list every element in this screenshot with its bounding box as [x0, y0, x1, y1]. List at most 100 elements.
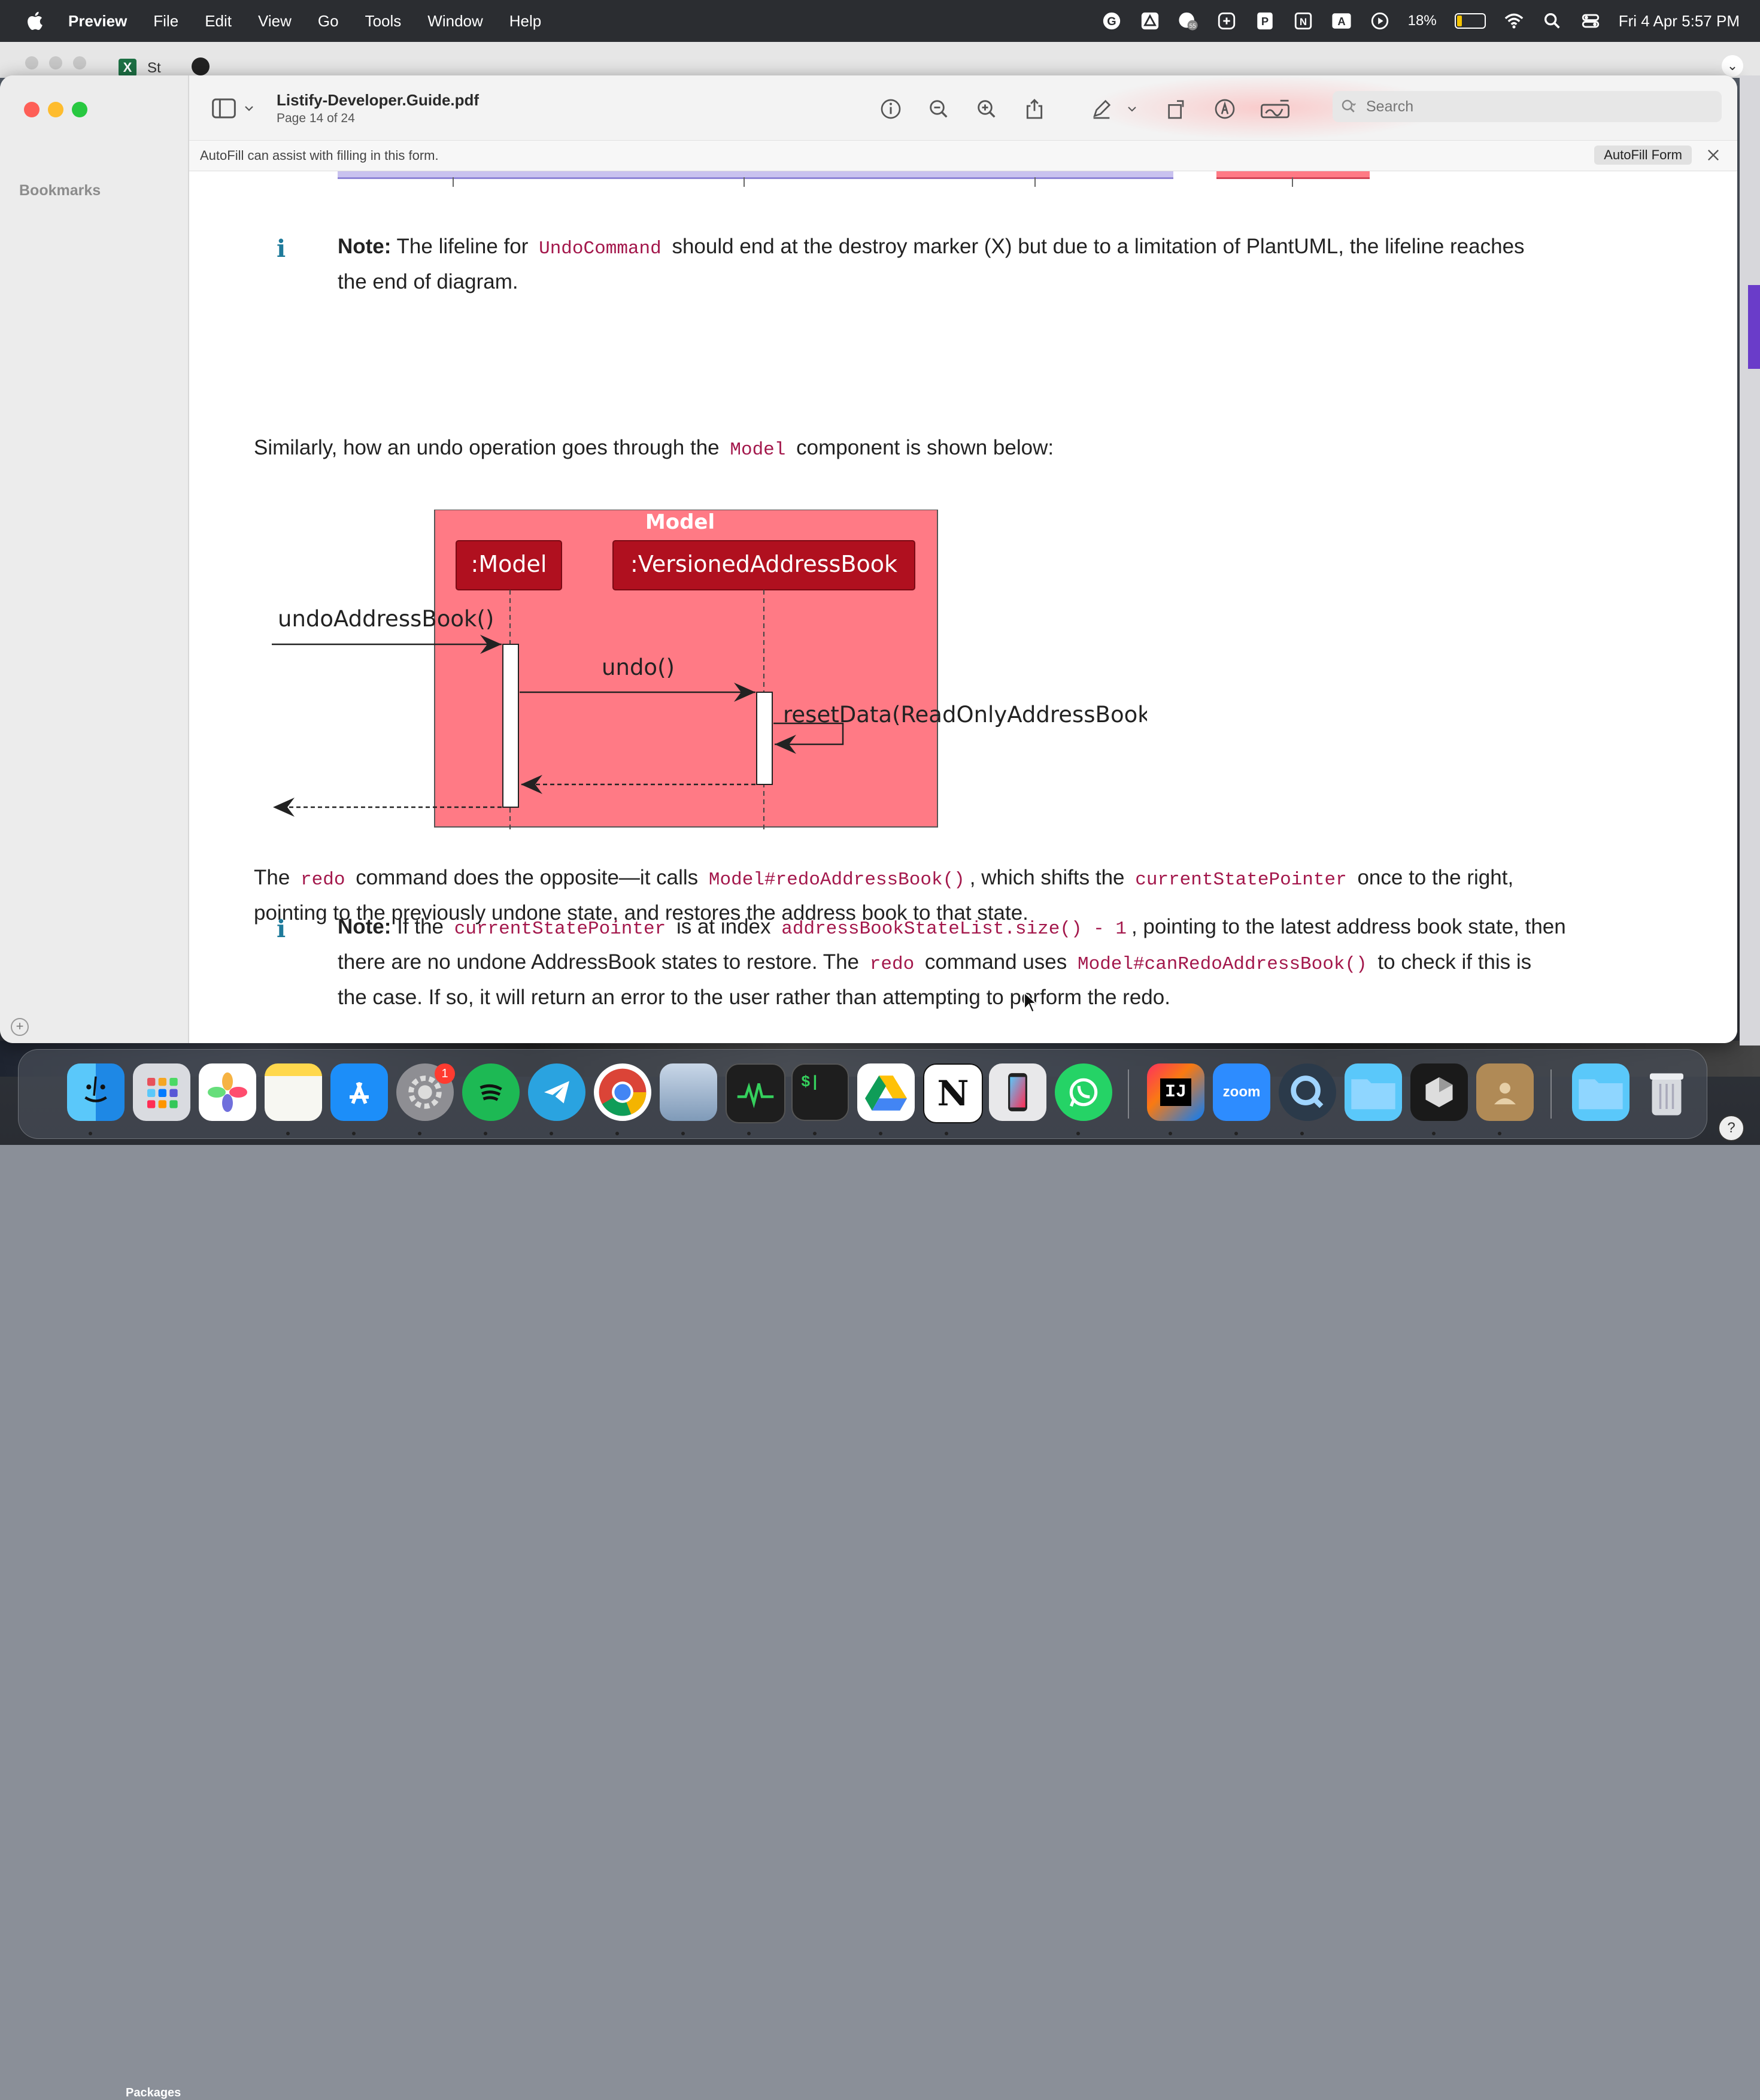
- zoom-in-icon[interactable]: [971, 93, 1002, 125]
- running-indicator: [747, 1132, 751, 1135]
- dock-app-store-icon[interactable]: [330, 1063, 388, 1121]
- text-input-icon[interactable]: A: [1331, 11, 1352, 31]
- signature-icon[interactable]: [1257, 93, 1293, 125]
- add-bookmark-button[interactable]: +: [11, 1018, 29, 1036]
- help-icon[interactable]: ?: [1718, 1115, 1744, 1141]
- dock-preview-icon[interactable]: [660, 1063, 717, 1121]
- info-icon[interactable]: [875, 93, 906, 125]
- minimize-button[interactable]: [48, 102, 63, 117]
- toolbar: Listify-Developer.Guide.pdf Page 14 of 2…: [189, 75, 1737, 140]
- dock-downloads-icon[interactable]: [1572, 1063, 1629, 1121]
- running-indicator: [1498, 1132, 1501, 1135]
- inline-code: redo: [869, 954, 915, 975]
- menu-view[interactable]: View: [258, 12, 292, 31]
- control-center-icon[interactable]: [1580, 11, 1601, 31]
- search-input[interactable]: [1365, 97, 1703, 116]
- dock-files-icon[interactable]: [1345, 1063, 1402, 1121]
- note-text: there are no undone AddressBook states t…: [338, 950, 860, 974]
- dock-google-drive-icon[interactable]: [857, 1063, 915, 1121]
- dock-cursor-icon[interactable]: [1410, 1063, 1468, 1121]
- note-label: Note:: [338, 235, 392, 258]
- inline-code: currentStatePointer: [1135, 869, 1347, 890]
- running-indicator: [1169, 1132, 1172, 1135]
- shortcuts-icon[interactable]: [1216, 11, 1237, 31]
- menu-window[interactable]: Window: [427, 12, 483, 31]
- message-label-undo-address-book: undoAddressBook(): [278, 606, 494, 632]
- dock-notes-icon[interactable]: [265, 1063, 322, 1121]
- paragraph-text: command does the opposite—it calls: [356, 866, 699, 889]
- play-icon[interactable]: [1370, 11, 1390, 31]
- sidebar: Bookmarks +: [0, 75, 189, 1043]
- search-icon[interactable]: [1542, 11, 1562, 31]
- markup-pen-icon[interactable]: [1086, 93, 1117, 125]
- menu-file[interactable]: File: [153, 12, 178, 31]
- grammarly-icon[interactable]: G: [1101, 11, 1122, 31]
- note-label: Note:: [338, 915, 392, 938]
- battery-icon[interactable]: [1454, 13, 1486, 29]
- wifi-icon[interactable]: [1504, 11, 1524, 31]
- dock-activity-monitor-icon[interactable]: [726, 1063, 785, 1123]
- message-label-undo: undo(): [602, 654, 675, 680]
- dock-spotify-icon[interactable]: [462, 1063, 520, 1121]
- inline-code: Model: [730, 440, 786, 460]
- bg-close-button[interactable]: [25, 56, 38, 69]
- drive-icon[interactable]: [1140, 11, 1160, 31]
- document-page[interactable]: i Note: The lifeline for UndoCommand sho…: [189, 171, 1737, 1043]
- bg-minimize-button[interactable]: [49, 56, 62, 69]
- bg-zoom-button[interactable]: [73, 56, 86, 69]
- note-text: , pointing to the latest address book st…: [1131, 915, 1566, 938]
- share-icon[interactable]: [1019, 93, 1050, 125]
- bg-tab-label[interactable]: St: [147, 60, 161, 77]
- menu-edit[interactable]: Edit: [205, 12, 232, 31]
- grammarly-count-icon[interactable]: 55: [1178, 11, 1198, 31]
- dock-trash-icon[interactable]: [1638, 1063, 1695, 1121]
- dock-notion-icon[interactable]: N: [923, 1063, 983, 1123]
- close-icon[interactable]: [1705, 147, 1722, 163]
- dock-finder-icon[interactable]: [67, 1063, 125, 1121]
- pdf-icon[interactable]: P: [1255, 11, 1275, 31]
- notion-icon[interactable]: N: [1293, 11, 1313, 31]
- previous-diagram-edge-red: [1216, 171, 1370, 179]
- dock-intellij-icon[interactable]: IJ: [1147, 1063, 1204, 1121]
- running-indicator: [615, 1132, 619, 1135]
- dock-zoom-icon[interactable]: zoom: [1213, 1063, 1270, 1121]
- sidebar-icon: [212, 98, 236, 119]
- dock-whatsapp-icon[interactable]: [1055, 1063, 1112, 1121]
- menu-tools[interactable]: Tools: [365, 12, 402, 31]
- apple-icon[interactable]: [25, 10, 47, 32]
- search-field[interactable]: [1333, 91, 1722, 122]
- page-indicator: Page 14 of 24: [277, 111, 355, 125]
- dock-terminal-icon[interactable]: $|: [791, 1063, 849, 1121]
- menu-preview[interactable]: Preview: [68, 12, 127, 31]
- close-button[interactable]: [24, 102, 40, 117]
- note-text: the case. If so, it will return an error…: [338, 986, 1170, 1009]
- paragraph-text: component is shown below:: [796, 436, 1054, 459]
- zoom-button[interactable]: [72, 102, 87, 117]
- running-indicator: [1076, 1132, 1080, 1135]
- dock-iphone-mirroring-icon[interactable]: [989, 1063, 1046, 1121]
- inline-code: Model#canRedoAddressBook(): [1077, 954, 1367, 975]
- chevron-down-icon[interactable]: [1123, 93, 1141, 125]
- dock-quicktime-icon[interactable]: [1279, 1063, 1336, 1121]
- running-indicator: [352, 1132, 356, 1135]
- sidebar-toggle[interactable]: [212, 98, 255, 119]
- document-title: Listify-Developer.Guide.pdf: [277, 91, 480, 109]
- dock-contacts-icon[interactable]: [1476, 1063, 1534, 1121]
- menu-help[interactable]: Help: [509, 12, 541, 31]
- adjacent-window-accent: [1748, 285, 1760, 369]
- menu-clock[interactable]: Fri 4 Apr 5:57 PM: [1619, 12, 1740, 31]
- menu-bar: Preview File Edit View Go Tools Window H…: [0, 0, 1760, 42]
- running-indicator: [879, 1132, 882, 1135]
- dock-telegram-icon[interactable]: [528, 1063, 585, 1121]
- chevron-down-icon[interactable]: ⌄: [1722, 55, 1743, 77]
- dock-chrome-icon[interactable]: [594, 1063, 651, 1121]
- dock-photos-icon[interactable]: [199, 1063, 256, 1121]
- annotate-icon[interactable]: [1209, 93, 1240, 125]
- autofill-message: AutoFill can assist with filling in this…: [200, 148, 439, 163]
- paragraph-text: Similarly, how an undo operation goes th…: [254, 436, 720, 459]
- menu-go[interactable]: Go: [318, 12, 339, 31]
- autofill-form-button[interactable]: AutoFill Form: [1594, 146, 1692, 165]
- rotate-icon[interactable]: [1161, 93, 1192, 125]
- zoom-out-icon[interactable]: [923, 93, 954, 125]
- dock-launchpad-icon[interactable]: [133, 1063, 190, 1121]
